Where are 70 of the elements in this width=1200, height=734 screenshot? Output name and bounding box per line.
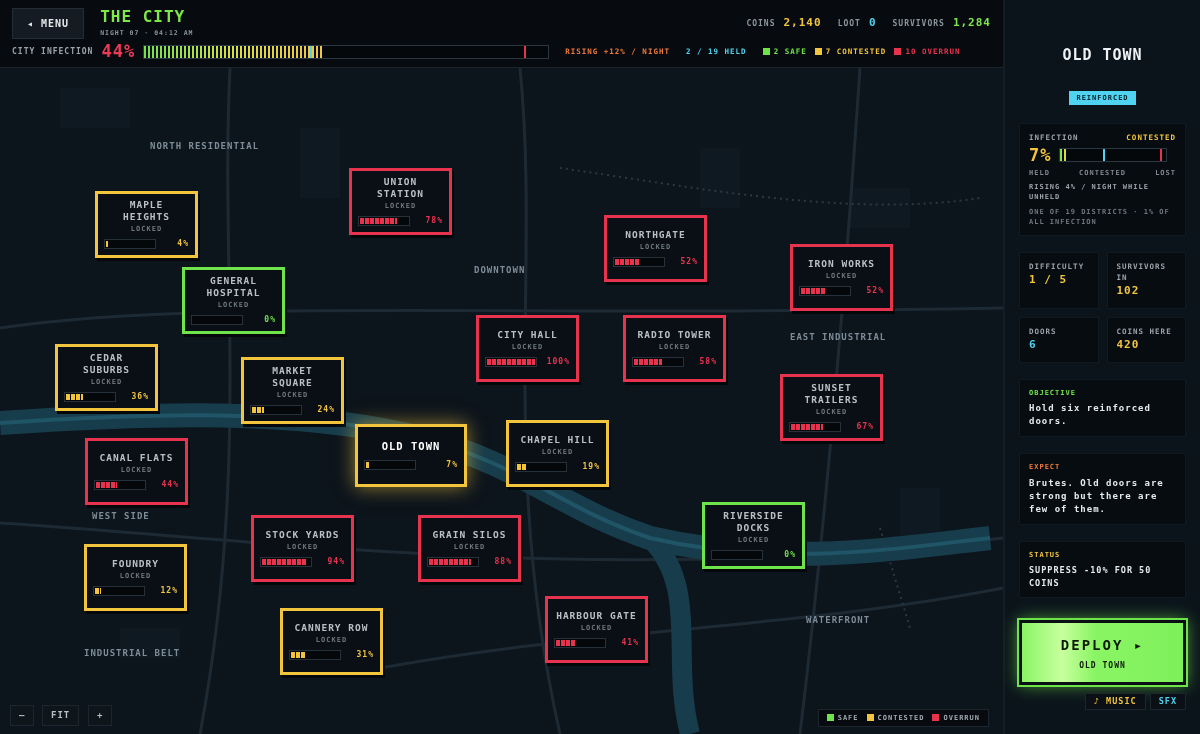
district-name: RADIO TOWER <box>637 329 712 342</box>
zoom-control[interactable]: + <box>88 704 113 726</box>
district-name: FOUNDRY <box>111 558 159 571</box>
district-name: STOCK YARDS <box>265 529 340 542</box>
infection-percent: 41% <box>621 636 639 649</box>
district-name: CEDAR SUBURBS <box>81 352 131 377</box>
infection-percent: 67% <box>856 420 874 433</box>
infection-percent: 36% <box>131 390 149 403</box>
infection-percent: 4% <box>177 237 189 250</box>
district-title: OLD TOWN <box>1061 45 1144 66</box>
infection-percent: 7% <box>446 459 458 472</box>
district-name: GENERAL HOSPITAL <box>205 275 262 300</box>
infection-percent: 52% <box>866 284 884 297</box>
stat-value: 420 <box>1116 337 1141 354</box>
region-label: WATERFRONT <box>806 614 871 627</box>
infection-value: 7% <box>1029 146 1052 164</box>
zoom-control[interactable]: FIT <box>42 704 80 726</box>
infection-percent: 19% <box>582 460 600 473</box>
district-name: GRAIN SILOS <box>432 529 507 542</box>
infection-percent: 94% <box>327 555 345 568</box>
district-name: SUNSET TRAILERS <box>803 382 860 407</box>
district-name: RIVERSIDE DOCKS <box>722 510 785 535</box>
district-name: HARBOUR GATE <box>556 610 637 623</box>
district-name: CANAL FLATS <box>99 452 174 465</box>
region-label: NORTH RESIDENTIAL <box>150 140 260 153</box>
stat-value: 6 <box>1029 337 1038 354</box>
infection-percent: 0% <box>784 548 796 561</box>
infection-percent: 78% <box>425 214 443 227</box>
audio-toggle[interactable]: SFX <box>1149 693 1186 710</box>
menu-button[interactable]: ◂ MENU <box>12 8 85 39</box>
zoom-control[interactable]: – <box>10 704 35 726</box>
info-text: SUPPRESS -10% FOR 50 COINS <box>1029 564 1153 589</box>
district-name: UNION STATION <box>375 176 425 201</box>
infection-percent: 31% <box>356 648 374 661</box>
stat-value: 102 <box>1116 283 1141 300</box>
region-label: EAST INDUSTRIAL <box>790 331 887 344</box>
resource-value: 0 <box>868 15 877 32</box>
infection-percent: 12% <box>160 584 178 597</box>
audio-toggle[interactable]: ♪ MUSIC <box>1084 693 1146 710</box>
deploy-button[interactable]: DEPLOY ▸ OLD TOWN <box>1019 620 1186 686</box>
district-name: CHAPEL HILL <box>520 434 595 447</box>
district-name: CANNERY ROW <box>294 622 369 635</box>
infection-label: CITY INFECTION <box>12 45 94 58</box>
district-name: CITY HALL <box>497 329 558 342</box>
resource-value: 2,140 <box>783 15 822 32</box>
infection-percent: 88% <box>494 555 512 568</box>
resource-label: COINS <box>746 18 776 31</box>
infection-percent: 44% <box>161 478 179 491</box>
district-name: NORTHGATE <box>625 229 686 242</box>
infection-percent: 52% <box>680 255 698 268</box>
page-title: THE CITY <box>100 8 187 25</box>
district-name: OLD TOWN <box>381 439 441 454</box>
infection-value: 44% <box>101 43 136 60</box>
region-label: INDUSTRIAL BELT <box>84 647 181 660</box>
district-name: MARKET SQUARE <box>271 365 314 390</box>
stat-value: 1 / 5 <box>1029 272 1069 289</box>
region-label: WEST SIDE <box>92 510 150 523</box>
resource-label: LOOT <box>837 18 861 31</box>
district-name: IRON WORKS <box>807 258 876 271</box>
resource-value: 1,284 <box>952 15 991 32</box>
region-label: DOWNTOWN <box>474 264 526 277</box>
info-text: Hold six reinforced doors. <box>1029 402 1152 429</box>
district-card[interactable]: OLD TOWN 7% <box>355 424 467 487</box>
infection-percent: 0% <box>264 313 276 326</box>
infection-percent: 24% <box>317 403 335 416</box>
district-name: MAPLE HEIGHTS <box>121 199 171 224</box>
info-text: Brutes. Old doors are strong but there are few of them. <box>1029 476 1165 516</box>
infection-percent: 58% <box>699 355 717 368</box>
infection-percent: 100% <box>546 355 570 368</box>
resource-label: SURVIVORS <box>892 18 945 31</box>
